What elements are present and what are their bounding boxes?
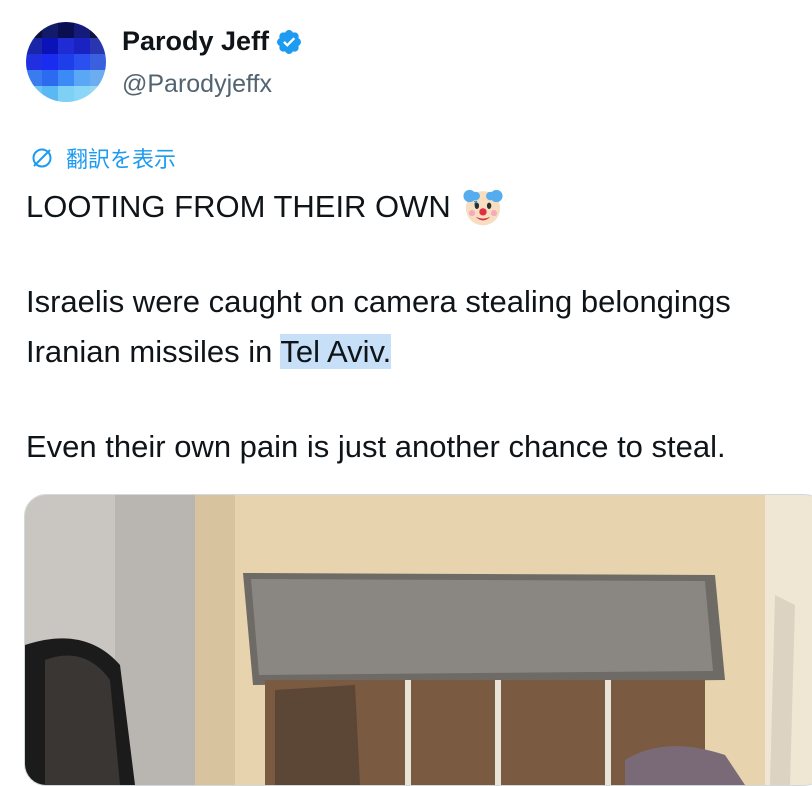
tweet-text-line-2: Israelis were caught on camera stealing … [26, 284, 731, 319]
globe-slash-icon [32, 148, 52, 168]
tweet-headline: LOOTING FROM THEIR OWN [26, 189, 451, 224]
video-frame-image [25, 495, 812, 785]
highlighted-text: Tel Aviv. [280, 334, 392, 369]
tweet-text-segment: Iranian missiles in [26, 334, 281, 369]
author-display-name[interactable]: Parody Jeff [122, 26, 303, 57]
translate-button[interactable]: 翻訳を表示 [30, 142, 176, 174]
author-handle[interactable]: @Parodyjeffx [122, 70, 272, 99]
translate-label: 翻訳を表示 [66, 147, 177, 172]
clown-face-icon [463, 189, 503, 226]
tweet-text-line-3: Iranian missiles in Tel Aviv. [26, 332, 392, 372]
tweet-text-line-1: LOOTING FROM THEIR OWN [26, 185, 505, 229]
tweet-text-line-4: Even their own pain is just another chan… [26, 429, 726, 464]
author-name-text: Parody Jeff [122, 26, 270, 56]
verified-badge-icon [277, 29, 302, 54]
avatar[interactable] [26, 22, 106, 102]
media-thumbnail[interactable] [24, 494, 812, 786]
